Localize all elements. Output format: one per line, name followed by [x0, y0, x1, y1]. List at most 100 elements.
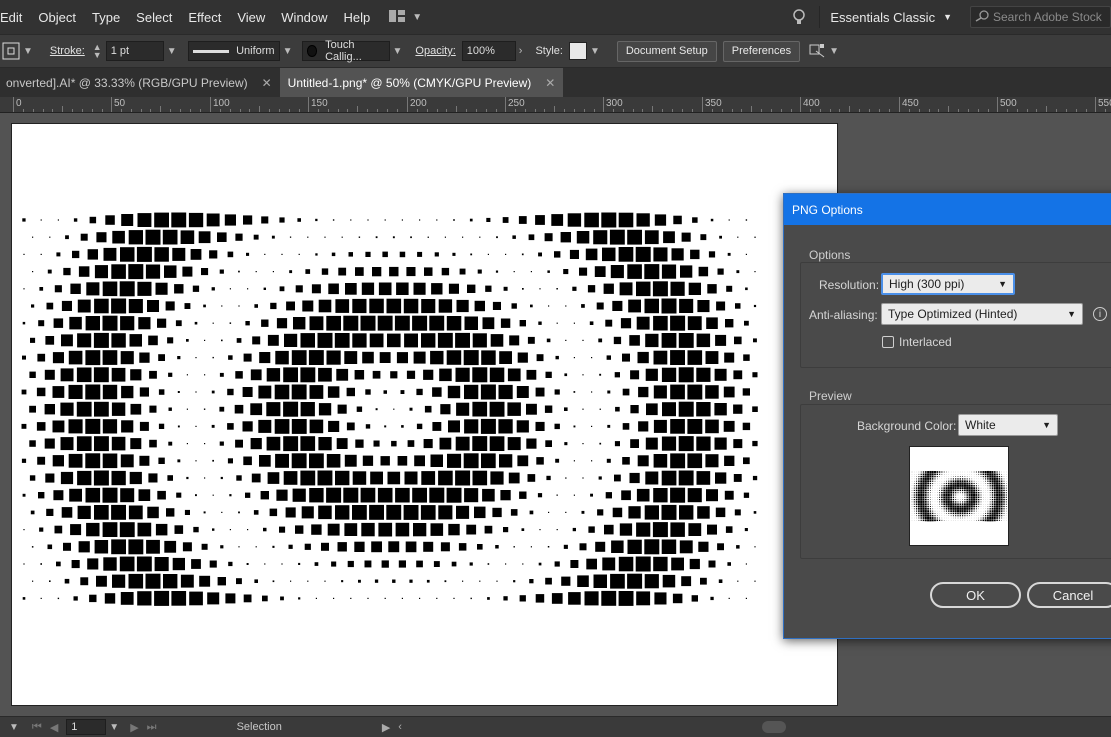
preview-dot — [987, 512, 989, 515]
preview-dot — [916, 480, 918, 482]
horizontal-ruler[interactable]: 050100150200250300350400450500550 — [0, 97, 1111, 113]
halftone-dot — [68, 419, 83, 434]
variable-width-profile[interactable]: Uniform ▼ — [187, 41, 296, 61]
chevron-down-icon[interactable]: ▼ — [164, 46, 180, 57]
menu-help[interactable]: Help — [336, 10, 379, 25]
preview-dot — [989, 489, 991, 491]
page-field[interactable]: 1 — [66, 719, 107, 735]
workspace-switcher-button[interactable]: ▼ — [388, 9, 422, 26]
brush-field: Touch Callig... — [301, 39, 390, 63]
preview-dot — [955, 494, 957, 496]
halftone-dot — [305, 269, 311, 274]
arrange-documents-button[interactable]: ▼ — [808, 43, 842, 59]
menu-type[interactable]: Type — [84, 10, 128, 25]
preview-dot — [984, 517, 987, 519]
ruler-subtick — [642, 109, 643, 112]
chevron-down-icon[interactable]: ▼ — [280, 46, 296, 57]
halftone-dot — [165, 301, 175, 311]
opacity-label[interactable]: Opacity: — [415, 45, 455, 57]
halftone-dot — [464, 488, 479, 503]
menu-select[interactable]: Select — [128, 10, 180, 25]
prev-page-icon[interactable]: ◀ — [50, 721, 58, 734]
preview-dot — [939, 489, 940, 491]
halftone-dot — [291, 384, 307, 400]
ruler-label: 250 — [508, 98, 525, 109]
resolution-value: High (300 ppi) — [889, 277, 965, 291]
preview-dot — [976, 474, 977, 475]
menu-effect[interactable]: Effect — [180, 10, 229, 25]
halftone-dot — [350, 219, 352, 221]
halftone-dot — [564, 442, 568, 446]
style-swatch[interactable] — [568, 42, 587, 60]
menu-object[interactable]: Object — [30, 10, 84, 25]
chevron-down-icon[interactable]: ▼ — [106, 722, 122, 733]
preview-dot — [952, 507, 955, 510]
preview-dot — [941, 471, 943, 473]
tab-untitled-png[interactable]: Untitled-1.png* @ 50% (CMYK/GPU Preview)… — [279, 68, 564, 97]
halftone-dot — [653, 454, 668, 468]
preview-dot — [939, 501, 941, 503]
preview-dot — [970, 484, 973, 487]
preferences-button[interactable]: Preferences — [722, 40, 801, 62]
halftone-dot — [292, 488, 306, 502]
opacity-field[interactable]: 100% — [461, 41, 516, 61]
stock-search-input[interactable]: Search Adobe Stock — [970, 6, 1111, 28]
preview-dot — [922, 482, 925, 485]
workspace-select[interactable]: Essentials Classic ▼ — [819, 6, 962, 28]
halftone-dot — [451, 561, 457, 567]
tab-converted-ai[interactable]: onverted].AI* @ 33.33% (RGB/GPU Preview)… — [0, 68, 280, 97]
halftone-dot — [718, 579, 723, 583]
preview-dot — [970, 500, 973, 503]
stroke-stepper-icon[interactable]: ▲ ▼ — [93, 43, 102, 60]
fill-stroke-swatch[interactable]: ▼ — [2, 42, 36, 60]
chevron-right-icon[interactable]: › — [516, 45, 526, 57]
ok-button[interactable]: OK — [930, 582, 1021, 608]
halftone-dot — [384, 219, 386, 221]
document-setup-button[interactable]: Document Setup — [616, 40, 717, 62]
preview-dot — [1005, 508, 1007, 510]
next-page-icon[interactable]: ▶ — [130, 721, 138, 734]
stroke-weight-field[interactable]: 1 pt — [105, 41, 164, 61]
info-icon[interactable]: i — [1093, 307, 1107, 321]
chevron-down-icon[interactable]: ▼ — [826, 46, 842, 57]
chevron-down-icon[interactable]: ▼ — [587, 46, 603, 57]
last-page-icon[interactable]: ⏭ — [147, 721, 157, 734]
first-page-icon[interactable]: ⏮ — [32, 721, 42, 734]
lightbulb-icon[interactable] — [779, 8, 819, 26]
menu-edit[interactable]: Edit — [0, 10, 30, 25]
brush-definition[interactable]: Touch Callig... ▼ — [301, 39, 406, 63]
preview-dot — [954, 480, 957, 483]
halftone-dot — [527, 336, 535, 344]
preview-dot — [913, 508, 915, 510]
preview-dot — [945, 482, 948, 485]
interlaced-checkbox[interactable] — [882, 336, 894, 348]
halftone-dot — [414, 455, 425, 467]
ruler-subtick — [879, 109, 880, 112]
horizontal-scrollbar-thumb[interactable] — [761, 721, 786, 733]
stroke-label[interactable]: Stroke: — [50, 45, 85, 57]
chevron-down-icon[interactable]: ▼ — [20, 46, 36, 57]
preview-dot — [964, 489, 966, 492]
close-icon[interactable]: ✕ — [262, 76, 272, 90]
status-menu-icon[interactable]: ▶ — [382, 721, 390, 734]
background-color-select[interactable]: White ▼ — [958, 414, 1058, 436]
resolution-select[interactable]: High (300 ppi) ▼ — [881, 273, 1015, 295]
stroke-swatch-icon[interactable] — [2, 42, 20, 60]
antialias-select[interactable]: Type Optimized (Hinted) ▼ — [881, 303, 1083, 325]
menu-window[interactable]: Window — [273, 10, 335, 25]
ruler-subtick — [938, 109, 939, 112]
menu-view[interactable]: View — [229, 10, 273, 25]
preview-dot — [954, 510, 957, 513]
scroll-left-icon[interactable]: ‹ — [398, 721, 402, 733]
preview-dot — [943, 471, 945, 473]
halftone-dot — [259, 352, 271, 364]
ruler-subtick — [741, 109, 742, 112]
artboard[interactable] — [11, 123, 838, 706]
halftone-dot — [708, 560, 716, 568]
close-icon[interactable]: ✕ — [545, 76, 555, 90]
chevron-down-icon[interactable]: ▼ — [6, 722, 22, 733]
halftone-dot — [724, 455, 735, 466]
halftone-dot — [687, 316, 702, 331]
cancel-button[interactable]: Cancel — [1027, 582, 1111, 608]
chevron-down-icon[interactable]: ▼ — [390, 46, 406, 57]
